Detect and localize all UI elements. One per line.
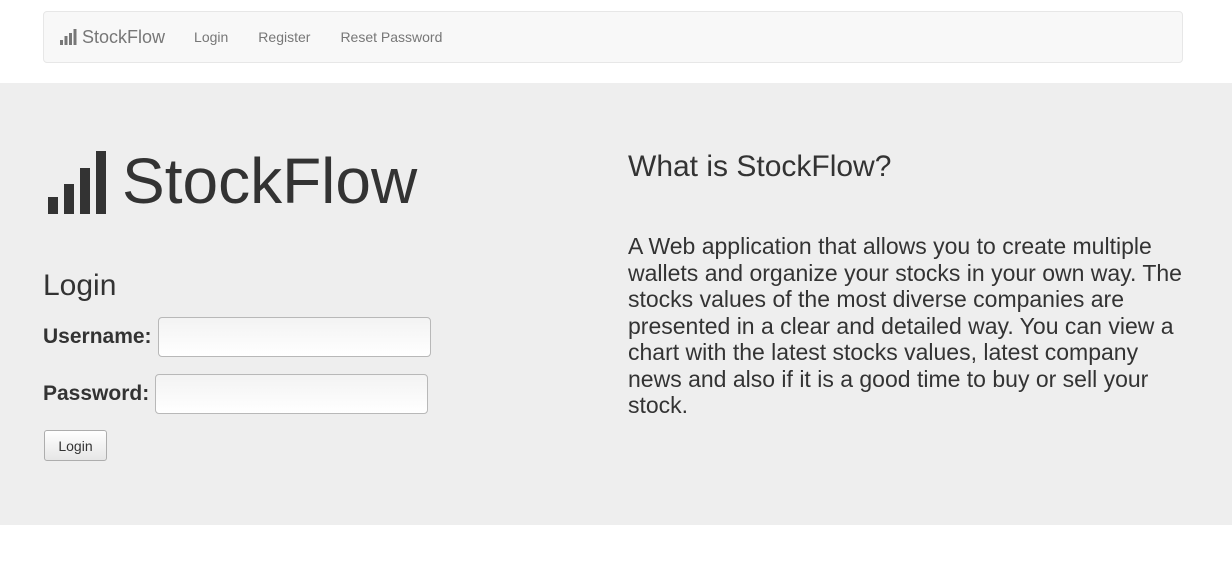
signal-bars-icon [60,29,77,45]
signal-bars-icon [48,151,106,214]
hero-logo: StockFlow [47,148,417,214]
info-description: A Web application that allows you to cre… [628,233,1182,418]
password-row: Password: [43,374,429,414]
info-title: What is StockFlow? [628,150,892,183]
nav-link-reset-password[interactable]: Reset Password [325,29,457,45]
nav-link-register[interactable]: Register [243,29,325,45]
navbar-brand[interactable]: StockFlow [60,27,165,48]
navbar-brand-label: StockFlow [82,26,166,47]
username-input[interactable] [157,317,431,357]
password-label: Password: [43,382,150,405]
username-label: Username: [43,325,152,348]
password-input[interactable] [155,374,429,414]
hero-logo-text: StockFlow [122,145,418,217]
nav-link-login[interactable]: Login [179,29,243,45]
username-row: Username: [43,317,431,357]
navbar: StockFlow Login Register Reset Password [43,11,1183,63]
login-heading: Login [43,269,117,302]
login-button[interactable]: Login [44,430,107,461]
jumbotron: StockFlow Login Username: Password: Logi… [0,83,1232,525]
